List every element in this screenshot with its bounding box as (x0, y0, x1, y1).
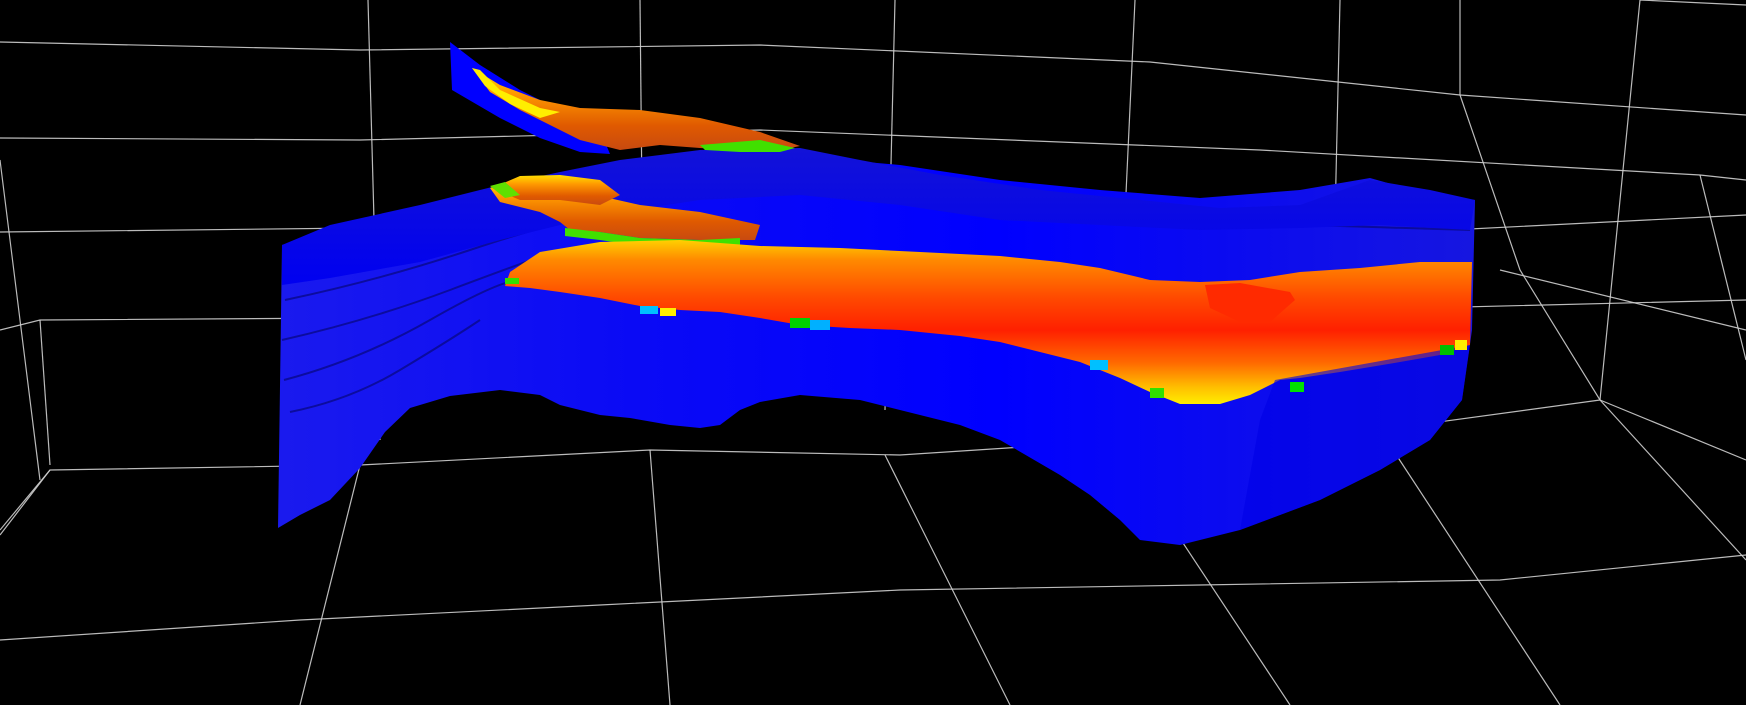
3d-viewport[interactable] (0, 0, 1746, 705)
reservoir-model[interactable] (278, 42, 1475, 545)
scene-canvas[interactable] (0, 0, 1746, 705)
